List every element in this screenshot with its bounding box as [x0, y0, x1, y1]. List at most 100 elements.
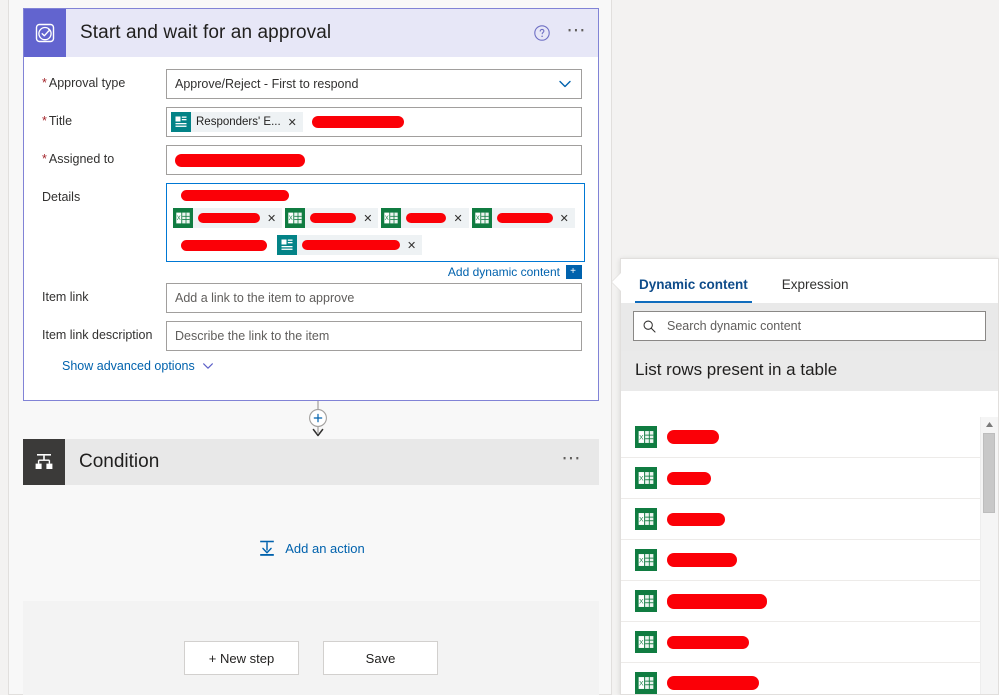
chevron-down-icon [559, 80, 571, 88]
tab-dynamic-content[interactable]: Dynamic content [635, 277, 752, 303]
add-dynamic-content-button[interactable]: + [566, 265, 582, 279]
ellipsis-icon[interactable]: ⋯ [562, 449, 584, 474]
token-chip-excel[interactable]: X ✕ [285, 208, 379, 228]
action-card-header[interactable]: Start and wait for an approval ⋯ [24, 9, 598, 57]
redacted-text [667, 512, 725, 526]
list-item[interactable]: X [621, 499, 998, 540]
search-box[interactable] [633, 311, 986, 341]
add-action-icon [260, 540, 275, 556]
action-card-condition[interactable]: Condition ⋯ [23, 439, 599, 485]
list-item[interactable]: X [621, 458, 998, 499]
redacted-text [667, 553, 737, 567]
token-chip-excel[interactable]: X ✕ [381, 208, 469, 228]
approval-type-dropdown[interactable]: Approve/Reject - First to respond [166, 69, 582, 99]
redacted-text [311, 116, 404, 128]
list-item[interactable]: X [621, 540, 998, 581]
new-step-button[interactable]: + New step [184, 641, 299, 675]
excel-icon: X [635, 631, 657, 653]
condition-card-title: Condition [79, 451, 160, 472]
redacted-text [198, 213, 260, 223]
redacted-text [175, 153, 305, 167]
excel-icon: X [173, 208, 193, 228]
excel-icon: X [381, 208, 402, 228]
item-link-description-input[interactable]: Describe the link to the item [166, 321, 582, 351]
details-rich-token-input[interactable]: X ✕ X ✕ X ✕ X ✕ ✕ [166, 183, 585, 262]
excel-icon: X [635, 549, 657, 571]
required-indicator: * [42, 152, 47, 166]
chevron-down-icon [202, 363, 213, 369]
svg-text:X: X [639, 598, 644, 605]
svg-text:X: X [639, 475, 644, 482]
redacted-text [181, 239, 267, 251]
excel-icon: X [635, 508, 657, 530]
list-item[interactable]: X [621, 581, 998, 622]
field-row-item-link-description: Item link description Describe the link … [24, 321, 598, 351]
token-chip-excel[interactable]: X ✕ [173, 208, 283, 228]
excel-icon: X [635, 426, 657, 448]
remove-token-icon[interactable]: ✕ [451, 212, 468, 225]
scroll-up-icon[interactable] [981, 417, 998, 431]
redacted-text [406, 213, 447, 223]
designer-footer: + New step Save [23, 601, 599, 695]
redacted-text [302, 240, 400, 250]
token-chip-excel[interactable]: X ✕ [471, 208, 575, 228]
redacted-text [310, 213, 357, 223]
assigned-to-input[interactable] [166, 145, 582, 175]
list-item[interactable]: X [621, 417, 998, 458]
add-dynamic-content-link[interactable]: Add dynamic content [448, 265, 560, 279]
remove-token-icon[interactable]: ✕ [405, 239, 422, 252]
field-label-item-link-description: Item link description [42, 328, 153, 342]
condition-branch-icon [23, 439, 65, 485]
excel-icon: X [285, 208, 306, 228]
details-token-line: X ✕ X ✕ X ✕ X ✕ [173, 206, 578, 230]
approval-type-value: Approve/Reject - First to respond [175, 77, 359, 91]
action-card-title: Start and wait for an approval [80, 22, 332, 43]
excel-icon: X [635, 467, 657, 489]
dynamic-content-tabs: Dynamic content Expression [621, 259, 998, 303]
remove-token-icon[interactable]: ✕ [558, 212, 575, 225]
list-item[interactable]: X [621, 622, 998, 663]
tab-expression[interactable]: Expression [778, 277, 853, 303]
item-link-input[interactable]: Add a link to the item to approve [166, 283, 582, 313]
scrollbar-thumb[interactable] [983, 433, 995, 513]
dynamic-content-scrollbar[interactable] [980, 417, 998, 694]
token-chip-responders-email[interactable]: Responders' E... ✕ [171, 112, 303, 132]
dynamic-content-panel[interactable]: Dynamic content Expression List rows pre… [612, 258, 999, 695]
ellipsis-icon[interactable]: ⋯ [567, 21, 589, 46]
search-input[interactable] [665, 318, 977, 334]
redacted-text [181, 190, 289, 201]
remove-token-icon[interactable]: ✕ [286, 116, 303, 129]
field-row-details: Details X ✕ X ✕ X ✕ X ✕ ✕ [24, 183, 598, 262]
microsoft-forms-icon [171, 112, 191, 132]
save-button[interactable]: Save [323, 641, 438, 675]
show-advanced-options-toggle[interactable]: Show advanced options [24, 351, 598, 373]
svg-text:X: X [289, 216, 293, 222]
redacted-text [667, 593, 767, 609]
field-label-approval-type: * Approval type [42, 76, 126, 90]
help-circle-icon[interactable] [533, 24, 551, 42]
add-an-action-button[interactable]: Add an action [23, 538, 599, 558]
panel-pointer [612, 273, 621, 291]
action-card-start-and-wait-for-an-approval[interactable]: Start and wait for an approval ⋯ * Approv… [23, 8, 599, 401]
list-item[interactable]: X [621, 663, 998, 694]
field-label-title: * Title [42, 114, 73, 128]
svg-text:X: X [639, 639, 644, 646]
remove-token-icon[interactable]: ✕ [265, 212, 282, 225]
add-an-action-label: Add an action [285, 540, 365, 556]
action-card-header-actions: ⋯ [533, 9, 589, 57]
svg-text:X: X [639, 434, 644, 441]
field-row-approval-type: * Approval type Approve/Reject - First to… [24, 69, 598, 99]
remove-token-icon[interactable]: ✕ [361, 212, 378, 225]
dynamic-content-search-area [621, 303, 998, 351]
token-chip-label: Responders' E... [196, 116, 281, 128]
svg-text:X: X [385, 216, 389, 222]
token-chip-forms[interactable]: ✕ [277, 235, 423, 255]
redacted-text [667, 635, 749, 649]
excel-icon: X [635, 672, 657, 694]
svg-text:X: X [475, 216, 479, 222]
show-advanced-options-label: Show advanced options [62, 359, 195, 373]
dynamic-content-group-header: List rows present in a table [621, 351, 998, 391]
add-dynamic-content-row: Add dynamic content + [24, 265, 598, 279]
title-token-input[interactable]: Responders' E... ✕ [166, 107, 582, 137]
dynamic-content-list[interactable]: X X X X X X X [621, 417, 998, 694]
